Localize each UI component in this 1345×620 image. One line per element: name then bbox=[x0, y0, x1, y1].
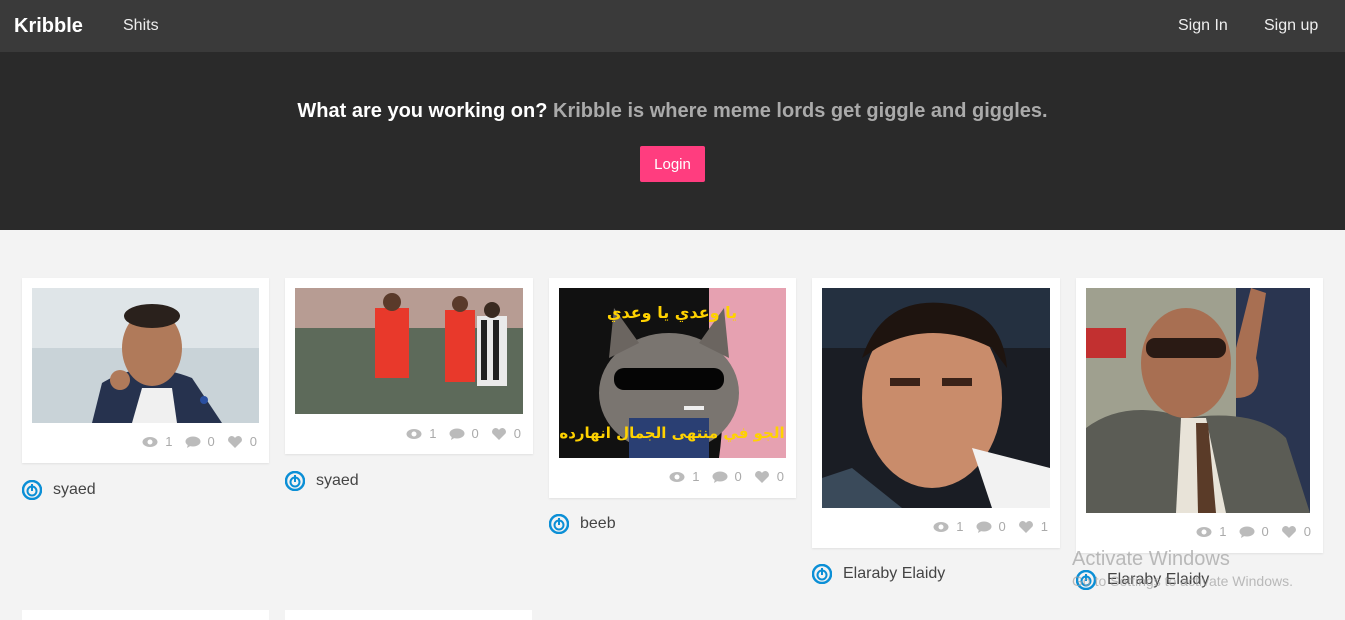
comments-count: 0 bbox=[734, 469, 742, 484]
likes-stat[interactable]: 0 bbox=[227, 434, 257, 449]
likes-count: 0 bbox=[1303, 524, 1311, 539]
heart-icon[interactable] bbox=[227, 435, 243, 448]
post-stats: 1 0 1 bbox=[933, 519, 1048, 534]
comments-stat: 0 bbox=[976, 519, 1006, 534]
comments-count: 0 bbox=[471, 426, 479, 441]
nav-link-shits[interactable]: Shits bbox=[123, 17, 159, 35]
hero-banner: What are you working on? Kribble is wher… bbox=[0, 52, 1345, 230]
likes-count: 0 bbox=[249, 434, 257, 449]
post-card[interactable]: 1 0 0 bbox=[285, 278, 533, 454]
brand-logo[interactable]: Kribble bbox=[14, 15, 83, 38]
views-count: 1 bbox=[692, 469, 700, 484]
power-icon bbox=[812, 564, 832, 584]
author-name[interactable]: Elaraby Elaidy bbox=[843, 565, 945, 583]
heart-icon[interactable] bbox=[491, 427, 507, 440]
views-count: 1 bbox=[429, 426, 437, 441]
post-card[interactable]: يا وعدي يا وعدي الجو في منتهى الجمال انه… bbox=[549, 278, 796, 498]
post-image[interactable] bbox=[1086, 288, 1310, 513]
post-image[interactable]: يا وعدي يا وعدي الجو في منتهى الجمال انه… bbox=[559, 288, 786, 458]
post-stats: 1 0 0 bbox=[1196, 524, 1311, 539]
comments-count: 0 bbox=[207, 434, 215, 449]
hero-title-muted: Kribble is where meme lords get giggle a… bbox=[553, 100, 1048, 122]
post-card-partial[interactable] bbox=[22, 610, 269, 620]
author-name[interactable]: beeb bbox=[580, 515, 616, 533]
heart-icon[interactable] bbox=[754, 470, 770, 483]
post-card[interactable]: 1 0 0 bbox=[22, 278, 269, 463]
sign-up-link[interactable]: Sign up bbox=[1264, 17, 1318, 35]
eye-icon bbox=[142, 436, 158, 448]
comment-icon bbox=[712, 471, 728, 483]
post-author[interactable]: syaed bbox=[285, 471, 359, 491]
post-author[interactable]: beeb bbox=[549, 514, 616, 534]
post-card-partial[interactable] bbox=[285, 610, 532, 620]
views-count: 1 bbox=[165, 434, 173, 449]
power-icon bbox=[549, 514, 569, 534]
likes-count: 0 bbox=[513, 426, 521, 441]
views-stat: 1 bbox=[669, 469, 700, 484]
image-caption-top: يا وعدي يا وعدي bbox=[607, 303, 737, 323]
author-name[interactable]: syaed bbox=[53, 481, 96, 499]
comments-count: 0 bbox=[1261, 524, 1269, 539]
heart-icon[interactable] bbox=[1281, 525, 1297, 538]
views-stat: 1 bbox=[933, 519, 964, 534]
views-stat: 1 bbox=[406, 426, 437, 441]
comments-stat: 0 bbox=[185, 434, 215, 449]
image-caption-bottom: الجو في منتهى الجمال انهارده bbox=[559, 424, 784, 442]
comment-icon bbox=[449, 428, 465, 440]
post-card[interactable]: 1 0 1 bbox=[812, 278, 1060, 548]
top-navbar: Kribble Shits Sign In Sign up bbox=[0, 0, 1345, 52]
views-stat: 1 bbox=[142, 434, 173, 449]
likes-count: 1 bbox=[1040, 519, 1048, 534]
eye-icon bbox=[1196, 526, 1212, 538]
power-icon bbox=[22, 480, 42, 500]
activate-windows-subtitle: Go to Settings to activate Windows. bbox=[1072, 573, 1293, 589]
post-stats: 1 0 0 bbox=[669, 469, 784, 484]
likes-stat[interactable]: 0 bbox=[1281, 524, 1311, 539]
post-image[interactable] bbox=[295, 288, 523, 414]
eye-icon bbox=[669, 471, 685, 483]
comments-stat: 0 bbox=[1239, 524, 1269, 539]
hero-title-bold: What are you working on? bbox=[297, 100, 548, 122]
eye-icon bbox=[406, 428, 422, 440]
post-stats: 1 0 0 bbox=[406, 426, 521, 441]
heart-icon[interactable] bbox=[1018, 520, 1034, 533]
power-icon bbox=[285, 471, 305, 491]
comment-icon bbox=[1239, 526, 1255, 538]
likes-stat[interactable]: 0 bbox=[491, 426, 521, 441]
author-name[interactable]: syaed bbox=[316, 472, 359, 490]
post-stats: 1 0 0 bbox=[142, 434, 257, 449]
post-image[interactable] bbox=[32, 288, 259, 423]
comments-stat: 0 bbox=[712, 469, 742, 484]
post-image[interactable] bbox=[822, 288, 1050, 508]
likes-stat[interactable]: 1 bbox=[1018, 519, 1048, 534]
comment-icon bbox=[976, 521, 992, 533]
post-author[interactable]: syaed bbox=[22, 480, 96, 500]
sign-in-link[interactable]: Sign In bbox=[1178, 17, 1228, 35]
views-stat: 1 bbox=[1196, 524, 1227, 539]
likes-stat[interactable]: 0 bbox=[754, 469, 784, 484]
comments-stat: 0 bbox=[449, 426, 479, 441]
login-button[interactable]: Login bbox=[640, 146, 705, 182]
post-author[interactable]: Elaraby Elaidy bbox=[812, 564, 945, 584]
comment-icon bbox=[185, 436, 201, 448]
post-card[interactable]: 1 0 0 bbox=[1076, 278, 1323, 553]
activate-windows-title: Activate Windows bbox=[1072, 548, 1230, 570]
eye-icon bbox=[933, 521, 949, 533]
views-count: 1 bbox=[1219, 524, 1227, 539]
hero-headline: What are you working on? Kribble is wher… bbox=[0, 100, 1345, 123]
comments-count: 0 bbox=[998, 519, 1006, 534]
likes-count: 0 bbox=[776, 469, 784, 484]
views-count: 1 bbox=[956, 519, 964, 534]
